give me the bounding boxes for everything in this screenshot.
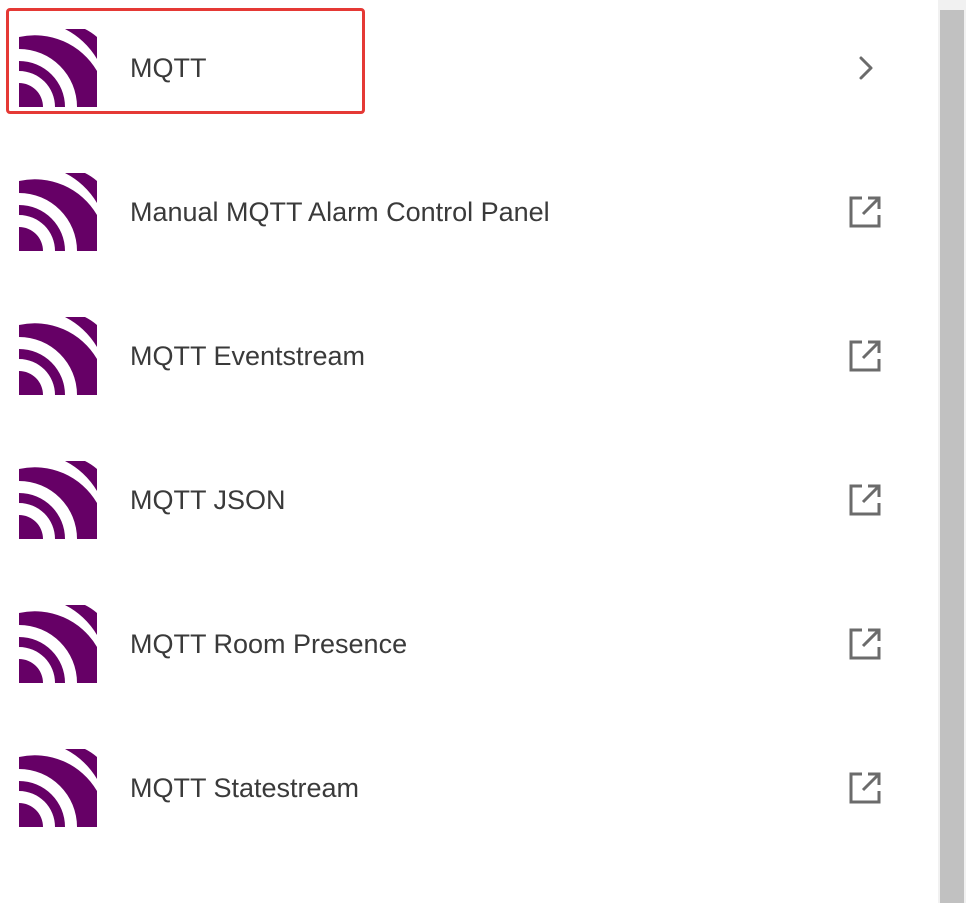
list-item-mqtt-room-presence[interactable]: MQTT Room Presence <box>0 576 938 720</box>
open-in-new-icon[interactable] <box>845 480 885 520</box>
mqtt-logo-icon <box>19 317 97 395</box>
list-item-label: Manual MQTT Alarm Control Panel <box>130 197 550 227</box>
list-item-label: MQTT Statestream <box>130 773 360 803</box>
vertical-scrollbar[interactable] <box>938 0 966 903</box>
list-item-mqtt-json[interactable]: MQTT JSON <box>0 432 938 576</box>
chevron-right-icon[interactable] <box>845 48 885 88</box>
list-item-label: MQTT JSON <box>130 485 286 515</box>
list-item-mqtt-eventstream[interactable]: MQTT Eventstream <box>0 288 938 432</box>
list-item-label: MQTT Eventstream <box>130 341 366 371</box>
open-in-new-icon[interactable] <box>845 624 885 664</box>
mqtt-logo-icon <box>19 605 97 683</box>
list-item-label: MQTT <box>130 53 207 83</box>
mqtt-logo-icon <box>19 461 97 539</box>
open-in-new-icon[interactable] <box>845 336 885 376</box>
scroll-up-arrow[interactable] <box>944 0 960 8</box>
mqtt-logo-icon <box>19 173 97 251</box>
integration-list: MQTT Manual MQTT Alarm Control Panel MQT… <box>0 0 938 903</box>
open-in-new-icon[interactable] <box>845 768 885 808</box>
list-item-mqtt[interactable]: MQTT <box>0 0 938 144</box>
mqtt-logo-icon <box>19 29 97 107</box>
mqtt-logo-icon <box>19 749 97 827</box>
list-item-label: MQTT Room Presence <box>130 629 408 659</box>
list-item-manual-mqtt-alarm-control-panel[interactable]: Manual MQTT Alarm Control Panel <box>0 144 938 288</box>
list-item-mqtt-statestream[interactable]: MQTT Statestream <box>0 720 938 864</box>
scrollbar-thumb[interactable] <box>940 10 964 903</box>
open-in-new-icon[interactable] <box>845 192 885 232</box>
